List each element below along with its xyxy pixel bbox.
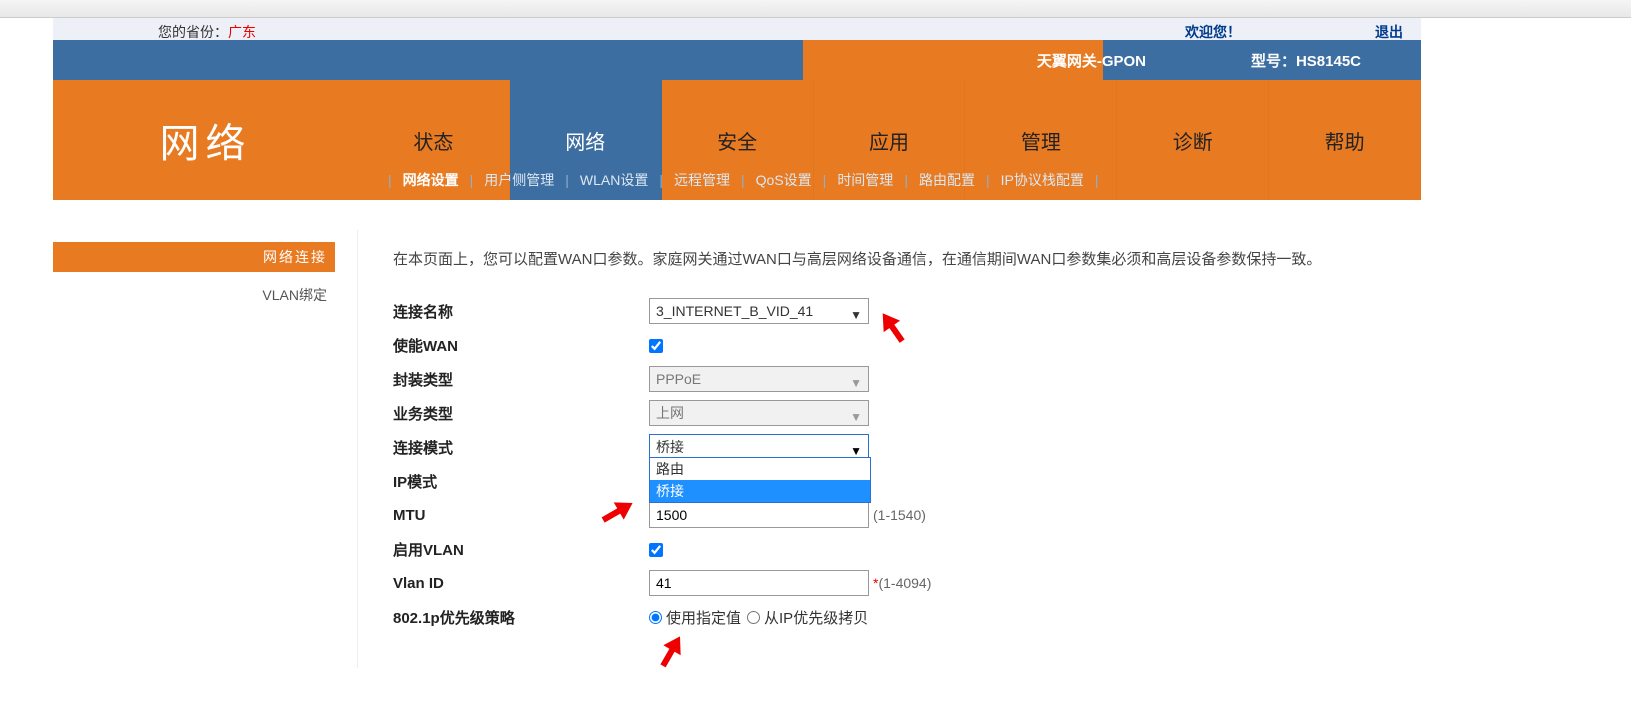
radio-dot1p-specified-wrap[interactable]: 使用指定值 [649,607,741,628]
hint-vlan-id: *(1-4094) [873,575,931,591]
sidebar: 网络连接 VLAN绑定 [53,200,335,668]
radio-dot1p-specified-label: 使用指定值 [666,607,741,628]
submenu-qos[interactable]: QoS设置 [756,170,812,190]
submenu-wlan[interactable]: WLAN设置 [580,170,648,190]
top-info-bar: 您的省份：广东 欢迎您！ 退出 [53,18,1421,40]
select-conn-mode-value: 桥接 [656,439,684,455]
radio-dot1p-copyip-label: 从IP优先级拷贝 [764,607,868,628]
select-conn-name[interactable]: 3_INTERNET_B_VID_41 ▼ [649,298,869,324]
checkbox-enable-wan[interactable] [649,339,663,353]
option-route[interactable]: 路由 [650,458,870,480]
row-enable-wan: 使能WAN [393,328,1409,362]
page-description: 在本页面上，您可以配置WAN口参数。家庭网关通过WAN口与高层网络设备通信，在通… [393,248,1409,272]
section-title: 网络 [53,80,358,200]
browser-chrome-bar [0,0,1631,18]
row-enable-vlan: 启用VLAN [393,532,1409,566]
row-cutoff [393,634,1409,668]
chevron-down-icon: ▼ [850,303,862,327]
header-band: 天翼网关-GPON 型号：HS8145C [53,40,1421,80]
submenu-time[interactable]: 时间管理 [837,170,893,190]
submenu-sep: | [659,172,663,188]
hint-mtu: (1-1540) [873,507,926,523]
radio-dot1p-copyip-wrap[interactable]: 从IP优先级拷贝 [747,607,868,628]
submenu-network-settings[interactable]: 网络设置 [403,170,459,190]
label-encap-type: 封装类型 [393,369,649,390]
submenu-remote[interactable]: 远程管理 [674,170,730,190]
label-conn-name: 连接名称 [393,301,649,322]
welcome-text: 欢迎您！ [1185,22,1241,42]
submenu-sep: | [823,172,827,188]
select-service-type[interactable]: 上网 ▼ [649,400,869,426]
label-ip-mode: IP模式 [393,471,649,492]
row-conn-mode: 连接模式 桥接 ▼ 路由 桥接 [393,430,1409,464]
chevron-down-icon: ▼ [850,405,862,429]
annotation-arrow-icon [651,632,691,672]
logout-link[interactable]: 退出 [1375,22,1403,42]
submenu-sep: | [986,172,990,188]
dropdown-conn-mode: 路由 桥接 [649,457,871,503]
submenu-ipstack[interactable]: IP协议栈配置 [1001,170,1084,190]
submenu-sep: | [565,172,569,188]
radio-dot1p-specified[interactable] [649,611,662,624]
row-dot1p: 802.1p优先级策略 使用指定值 从IP优先级拷贝 [393,600,1409,634]
model-value: HS8145C [1296,53,1361,70]
model-label: 型号： [1251,53,1296,70]
row-conn-name: 连接名称 3_INTERNET_B_VID_41 ▼ [393,294,1409,328]
label-enable-wan: 使能WAN [393,335,649,356]
nav-wrap: 网络 状态 网络 安全 应用 管理 诊断 帮助 [53,80,1421,200]
input-mtu[interactable] [649,502,869,528]
submenu-sep: | [1095,172,1099,188]
submenu-user-side[interactable]: 用户侧管理 [484,170,554,190]
hint-vlan-id-text: (1-4094) [878,575,931,591]
sidebar-header-network-connection[interactable]: 网络连接 [53,242,335,272]
row-mtu: MTU (1-1540) [393,498,1409,532]
sidebar-item-vlan-binding[interactable]: VLAN绑定 [53,278,335,312]
input-vlan-id[interactable] [649,570,869,596]
select-encap-type[interactable]: PPPoE ▼ [649,366,869,392]
model-block: 型号：HS8145C [1251,50,1361,71]
row-service-type: 业务类型 上网 ▼ [393,396,1409,430]
province-label: 您的省份： [158,24,228,40]
label-service-type: 业务类型 [393,403,649,424]
tab-diagnosis[interactable]: 诊断 [1117,80,1269,200]
row-ip-mode: IP模式 [393,464,1409,498]
label-vlan-id: Vlan ID [393,575,649,592]
checkbox-enable-vlan[interactable] [649,543,663,557]
submenu-sep: | [388,172,392,188]
label-conn-mode: 连接模式 [393,437,649,458]
province-block: 您的省份：广东 [158,22,256,42]
chevron-down-icon: ▼ [850,371,862,395]
label-mtu: MTU [393,507,649,524]
province-value: 广东 [228,24,256,40]
row-vlan-id: Vlan ID *(1-4094) [393,566,1409,600]
submenu-sep: | [470,172,474,188]
select-encap-type-value: PPPoE [656,371,701,387]
submenu-route[interactable]: 路由配置 [919,170,975,190]
row-encap-type: 封装类型 PPPoE ▼ [393,362,1409,396]
tab-help[interactable]: 帮助 [1269,80,1421,200]
product-name: 天翼网关-GPON [1037,50,1146,71]
label-enable-vlan: 启用VLAN [393,539,649,560]
content-panel: 在本页面上，您可以配置WAN口参数。家庭网关通过WAN口与高层网络设备通信，在通… [357,230,1421,668]
label-dot1p: 802.1p优先级策略 [393,607,649,628]
submenu-sep: | [904,172,908,188]
select-service-type-value: 上网 [656,405,684,421]
select-conn-name-value: 3_INTERNET_B_VID_41 [656,303,813,319]
option-bridge[interactable]: 桥接 [650,480,870,502]
radio-dot1p-copyip[interactable] [747,611,760,624]
submenu-sep: | [741,172,745,188]
